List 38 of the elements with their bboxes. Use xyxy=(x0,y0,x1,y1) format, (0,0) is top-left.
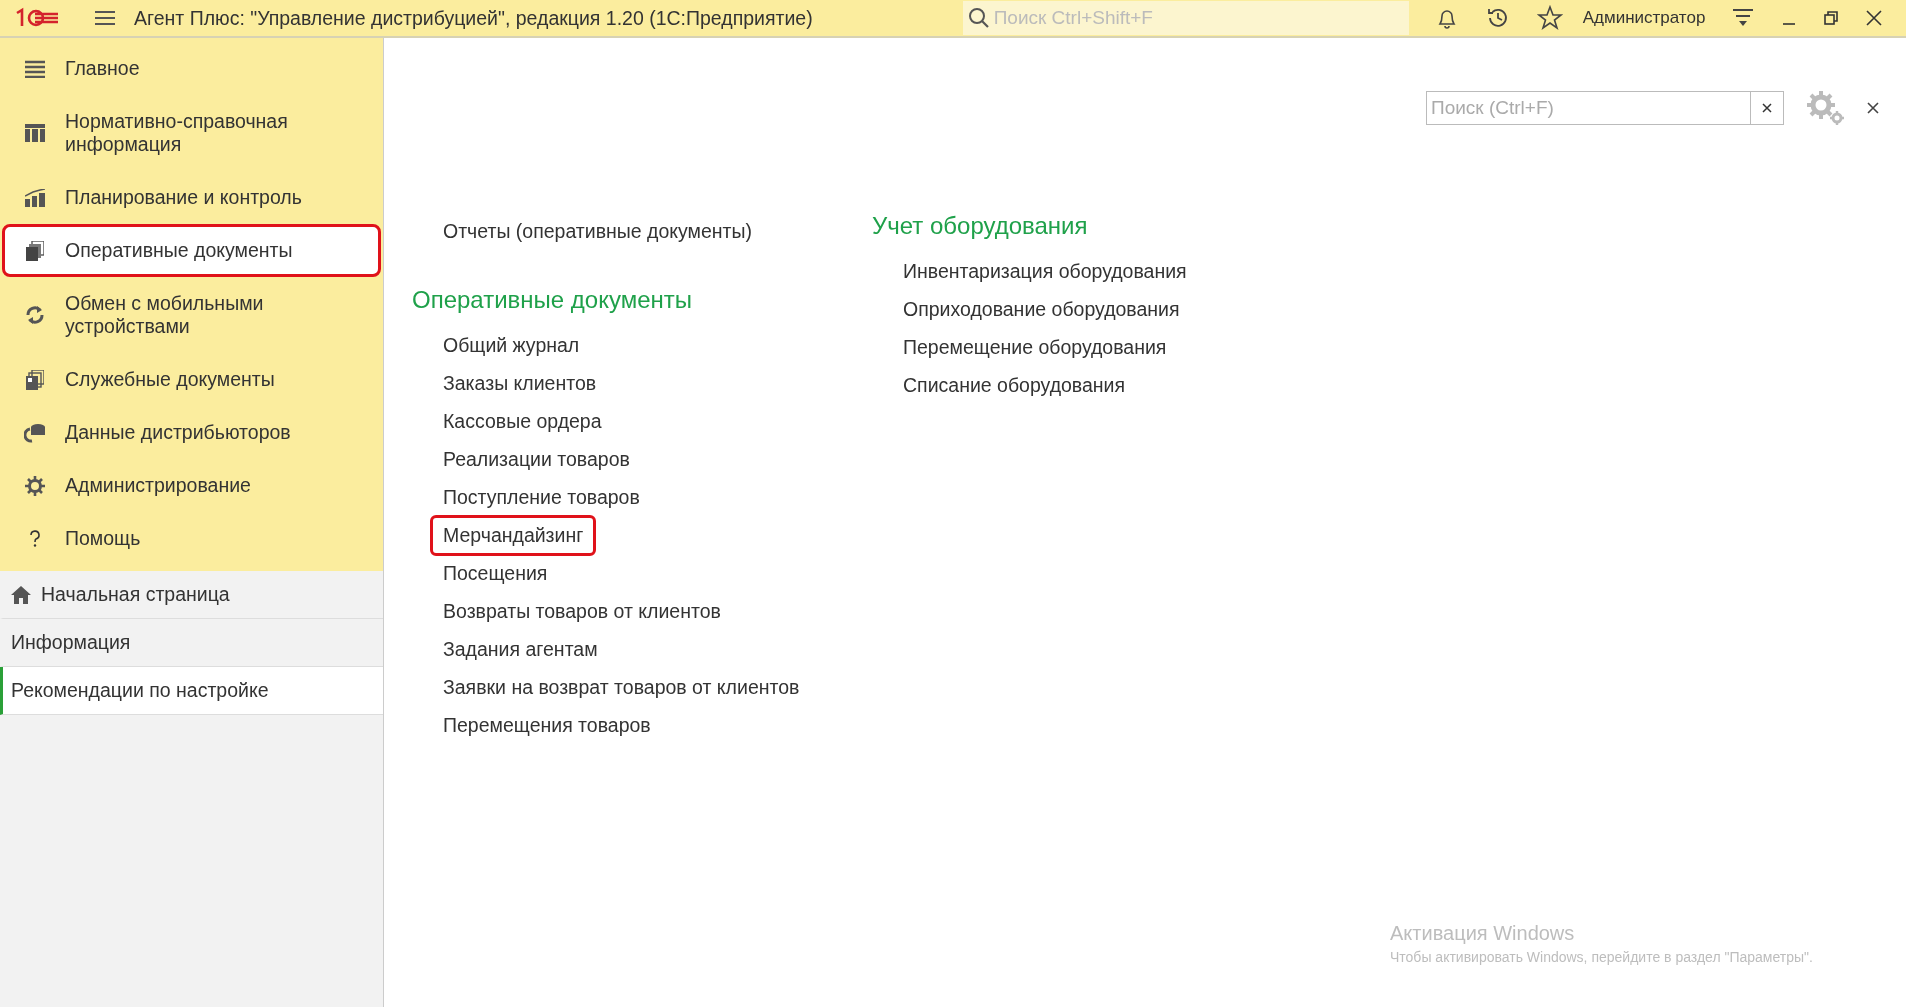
bar-chart-icon xyxy=(25,188,45,207)
restore-icon[interactable] xyxy=(1823,10,1840,26)
star-icon[interactable] xyxy=(1536,5,1563,31)
section-item[interactable]: Данные дистрибьюторов xyxy=(2,406,381,459)
section-item[interactable]: Главное xyxy=(2,42,381,95)
section-heading: Учет оборудования xyxy=(872,212,1089,240)
section-heading: Оперативные документы xyxy=(412,286,694,314)
menu-icon[interactable] xyxy=(94,9,116,27)
nav-item[interactable]: Рекомендации по настройке xyxy=(0,667,383,715)
section-item[interactable]: Администрирование xyxy=(2,459,381,512)
section-item[interactable]: Помощь xyxy=(2,512,381,565)
nav-item[interactable]: Начальная страница xyxy=(0,571,383,619)
table-icon xyxy=(25,124,45,142)
logo-icon xyxy=(14,7,60,29)
gear-icon xyxy=(25,475,45,496)
section-item[interactable]: Служебные документы xyxy=(2,353,381,406)
close-icon[interactable] xyxy=(1866,101,1880,115)
clear-icon[interactable] xyxy=(1751,91,1784,125)
search-field[interactable]: Поиск (Ctrl+F) xyxy=(1426,91,1751,125)
section-item[interactable]: Обмен с мобильными устройствами xyxy=(2,277,381,353)
close-icon[interactable] xyxy=(1865,9,1884,27)
documents-icon xyxy=(26,240,44,261)
user-name[interactable]: Администратор xyxy=(1582,8,1706,28)
section-item[interactable]: Планирование и контроль xyxy=(2,171,381,224)
document-link[interactable]: Отчеты (оперативные документы) xyxy=(430,210,766,252)
list-icon xyxy=(25,59,45,78)
document-link[interactable]: Мерчандайзинг xyxy=(430,514,597,556)
section-item[interactable]: Оперативные документы xyxy=(2,224,381,277)
database-exchange-icon xyxy=(24,422,46,443)
activation-text: Чтобы активировать Windows, перейдите в раздел "Параметры". xyxy=(1390,949,1813,965)
activation-title: Активация Windows xyxy=(1390,922,1576,945)
search-icon[interactable] xyxy=(967,7,990,29)
documents-icon xyxy=(26,369,44,390)
window-title: Агент Плюс: "Управление дистрибуцией", редакция 1.20 (1С:Предприятие) xyxy=(134,6,813,30)
help-icon xyxy=(29,529,41,548)
refresh-icon xyxy=(25,305,45,325)
section-item[interactable]: Нормативно-справочная информация xyxy=(2,95,381,171)
home-icon xyxy=(11,585,31,604)
